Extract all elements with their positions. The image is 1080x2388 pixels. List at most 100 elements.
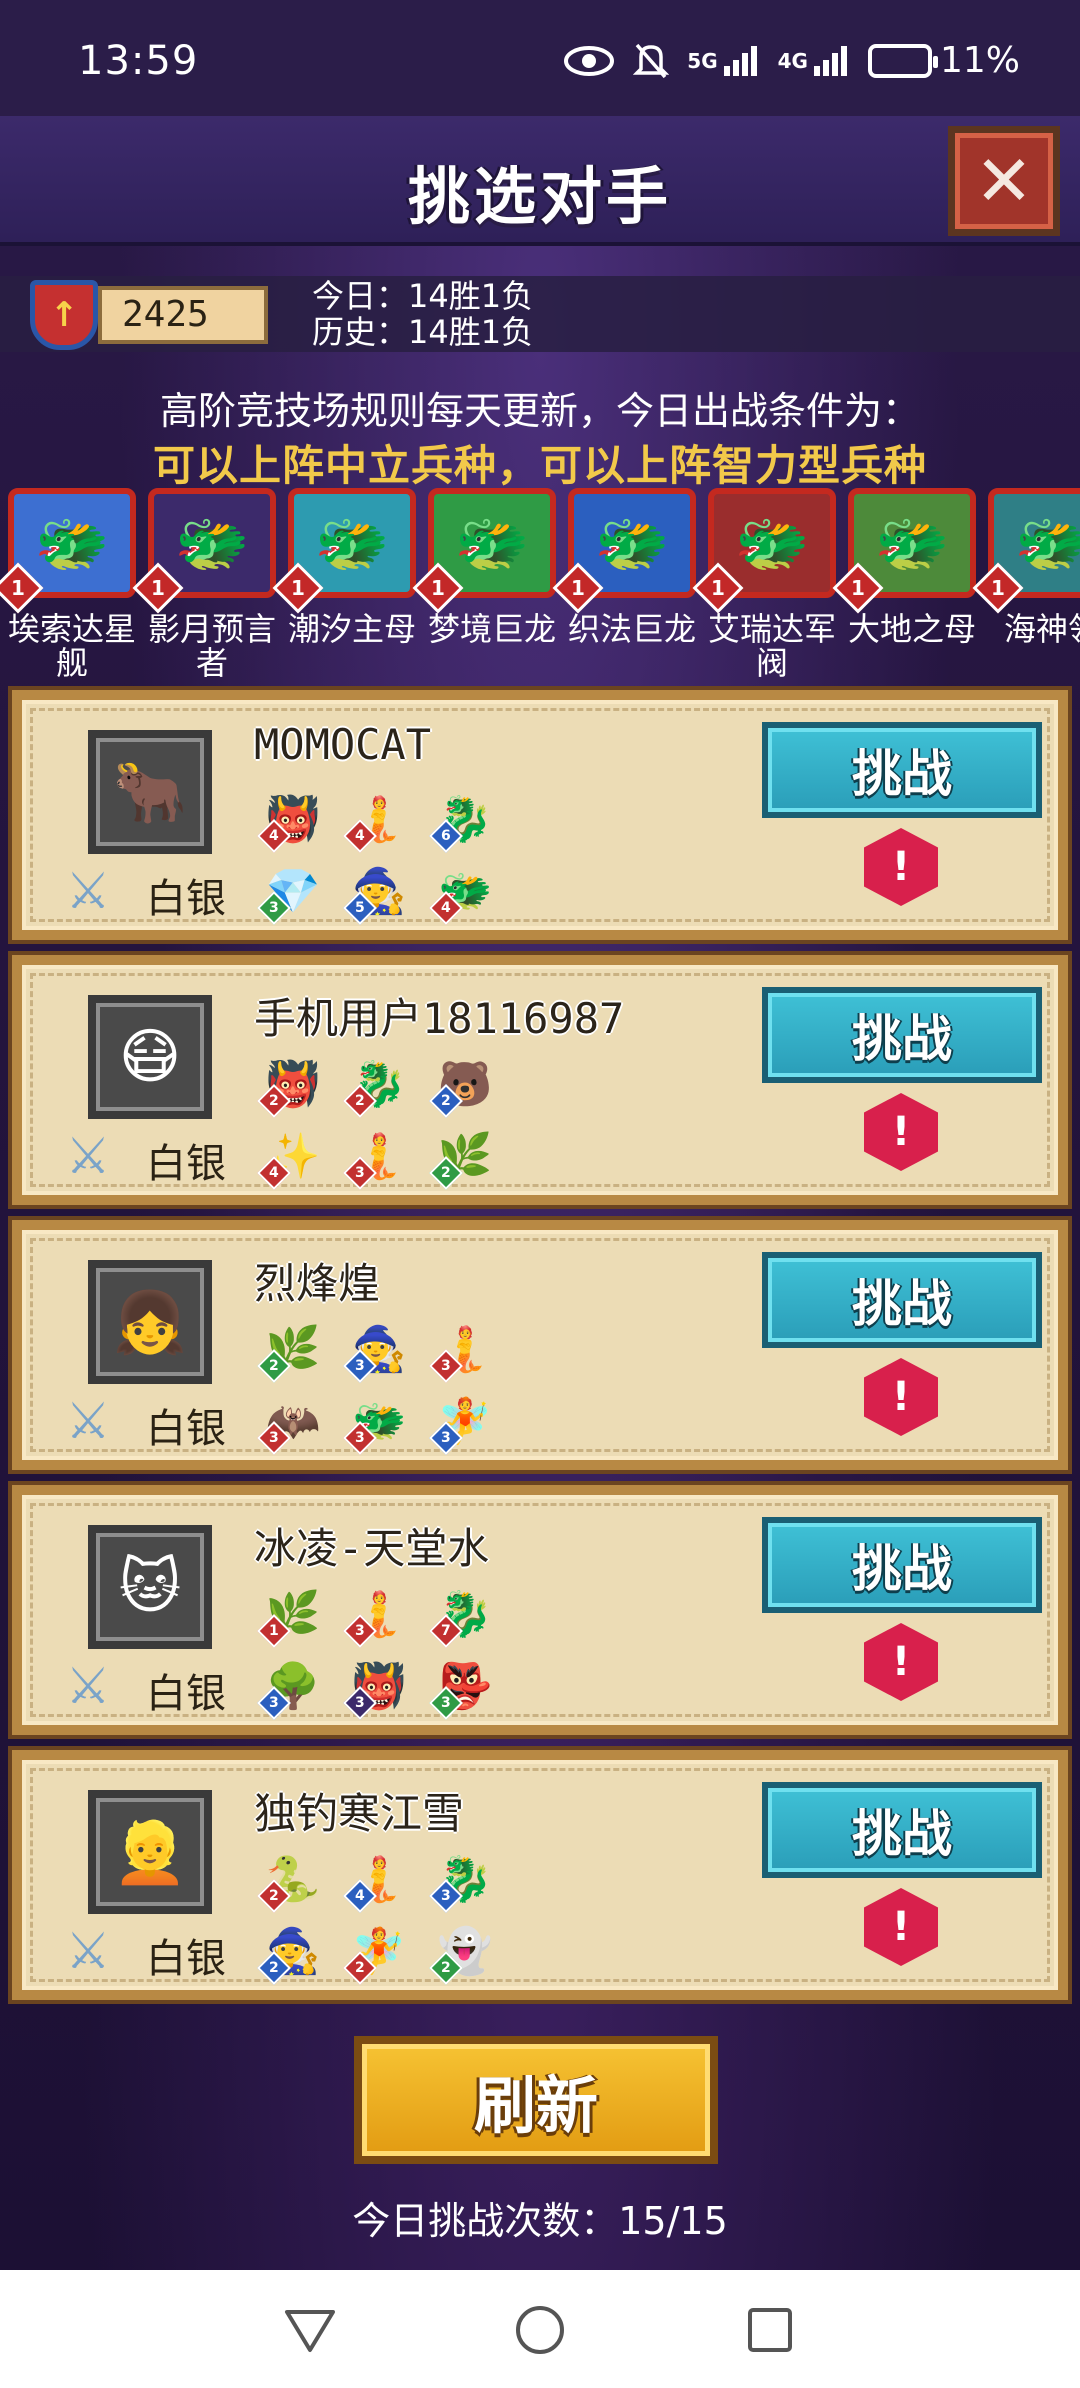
unit-grid: 🌿 2 🧙 3 🧜 3 🦇 3 🐲 3 🧚 3 [257,1318,508,1455]
troop-name: 梦境巨龙 [427,610,556,648]
unit-icon: 🐻 2 [429,1053,500,1118]
unit-level: 5 [355,900,365,916]
unit-icon: 💎 3 [257,860,328,925]
network-4g-label: 4G [777,48,808,73]
troop-portrait: 🐲 1 [692,488,836,614]
troop-item[interactable]: 🐲 1 梦境巨龙 [412,488,560,646]
warning-icon: ! [891,1639,911,1685]
challenge-button[interactable]: 挑战 [762,722,1042,818]
unit-level: 2 [269,1093,279,1109]
troop-name: 大地之母 [847,610,976,648]
unit-icon: 🧜 3 [429,1318,500,1383]
unit-level: 2 [269,1960,279,1976]
warning-icon: ! [891,1904,911,1950]
avatar-icon: 🐂 [112,757,188,828]
avatar-icon: 👧 [112,1287,188,1358]
troop-level: 1 [431,575,445,600]
report-button[interactable]: ! [864,1093,938,1171]
today-record: 今日：14胜1负 [312,277,534,315]
record-block: 今日：14胜1负 历史：14胜1负 [312,278,533,350]
battery-percent: 11% [939,40,1020,81]
unit-icon: 🧙 5 [343,860,414,925]
signal-5g-icon: 5G [687,44,759,78]
opponent-card: 👧 ⚔ 白银 烈烽煌 🌿 2 🧙 3 🧜 3 🦇 3 🐲 3 🧚 3 挑战! [12,1220,1068,1470]
unit-icon: 👹 2 [257,1053,328,1118]
unit-level: 4 [355,1888,365,1904]
avatar-icon: 👱 [112,1817,188,1888]
unit-level: 4 [269,1165,279,1181]
troop-creature-icon: 🐲 [734,508,810,579]
player-name: MOMOCAT [254,720,432,769]
troop-creature-icon: 🐲 [874,508,950,579]
avatar[interactable]: 👧 [88,1260,212,1384]
close-button[interactable]: ✕ [948,126,1060,236]
troop-item[interactable]: 🐲1海神领 [972,488,1080,646]
unit-level: 2 [441,1960,451,1976]
report-button[interactable]: ! [864,1623,938,1701]
unit-icon: 🐍 2 [257,1848,328,1913]
unit-level: 3 [355,1430,365,1446]
troop-item[interactable]: 🐲 1 潮汐主母 [272,488,420,646]
home-circle-icon [516,2306,564,2354]
challenge-button[interactable]: 挑战 [762,1252,1042,1348]
report-button[interactable]: ! [864,1888,938,1966]
rank-label: 白银 [146,1936,226,1982]
player-name: 冰凌-天堂水 [254,1524,490,1573]
unit-level: 2 [355,1093,365,1109]
challenge-button[interactable]: 挑战 [762,1517,1042,1613]
avatar[interactable]: 👱 [88,1790,212,1914]
rank-label: 白银 [146,1141,226,1187]
warning-icon: ! [891,1109,911,1155]
report-button[interactable]: ! [864,1358,938,1436]
page-title: 挑选对手 [407,160,672,233]
unit-level: 3 [269,1695,279,1711]
back-nav-button[interactable] [280,2300,340,2360]
score-value: 2425 [98,286,268,344]
unit-icon: 🧙 2 [257,1920,328,1985]
avatar[interactable]: 🐂 [88,730,212,854]
challenge-button[interactable]: 挑战 [762,987,1042,1083]
recents-nav-button[interactable] [740,2300,800,2360]
troop-level: 1 [571,575,585,600]
unit-icon: 🧚 2 [343,1920,414,1985]
troop-level: 1 [291,575,305,600]
troop-item[interactable]: 🐲 1 大地之母 [832,488,980,646]
status-bar: 13:59 5G 4G 11% [0,0,1080,116]
status-time: 13:59 [78,38,199,84]
troop-item[interactable]: 🐲 1 织法巨龙 [552,488,700,646]
troop-portrait: 🐲 1 [272,488,416,614]
troop-strip[interactable]: 🐲 1 埃索达星舰 🐲 1 影月预言者 🐲 1 潮汐主母 🐲 1 梦境巨龙 🐲 1 织法巨龙 🐲 1 艾瑞达军阀 🐲… [0,488,1080,688]
unit-level: 3 [269,900,279,916]
unit-icon: 👺 3 [429,1655,500,1720]
troop-item[interactable]: 🐲 1 艾瑞达军阀 [692,488,840,680]
unit-icon: 🧙 3 [343,1318,414,1383]
avatar[interactable]: 🐱 [88,1525,212,1649]
unit-icon: 🧜 4 [343,788,414,853]
unit-icon: 🐉 6 [429,788,500,853]
troop-item[interactable]: 🐲 1 埃索达星舰 [0,488,140,680]
eye-icon [563,44,615,78]
unit-grid: 🐍 2 🧜 4 🐉 3 🧙 2 🧚 2 👻 2 [257,1848,508,1985]
refresh-button[interactable]: 刷新 [354,2036,718,2164]
player-name: 独钓寒江雪 [254,1789,465,1838]
report-button[interactable]: ! [864,828,938,906]
unit-level: 7 [441,1623,451,1639]
opponent-card: 🐂 ⚔ 白银 MOMOCAT 👹 4 🧜 4 🐉 6 💎 3 🧙 5 🐲 4 挑战! [12,690,1068,940]
rank-axe-icon: ⚔ [65,1127,111,1185]
challenge-button[interactable]: 挑战 [762,1782,1042,1878]
avatar-icon: 😷 [118,1022,182,1092]
home-nav-button[interactable] [510,2300,570,2360]
unit-level: 3 [441,1358,451,1374]
rank-label: 白银 [146,1406,226,1452]
rank-axe-icon: ⚔ [65,862,111,920]
avatar[interactable]: 😷 [88,995,212,1119]
unit-level: 2 [441,1165,451,1181]
unit-level: 2 [355,1960,365,1976]
unit-icon: 🧜 3 [343,1125,414,1190]
unit-icon: 🌿 2 [429,1125,500,1190]
troop-creature-icon: 🐲 [174,508,250,579]
battery-indicator: 11% [867,40,1020,81]
troop-portrait: 🐲 1 [832,488,976,614]
unit-level: 3 [355,1623,365,1639]
troop-item[interactable]: 🐲 1 影月预言者 [132,488,280,680]
